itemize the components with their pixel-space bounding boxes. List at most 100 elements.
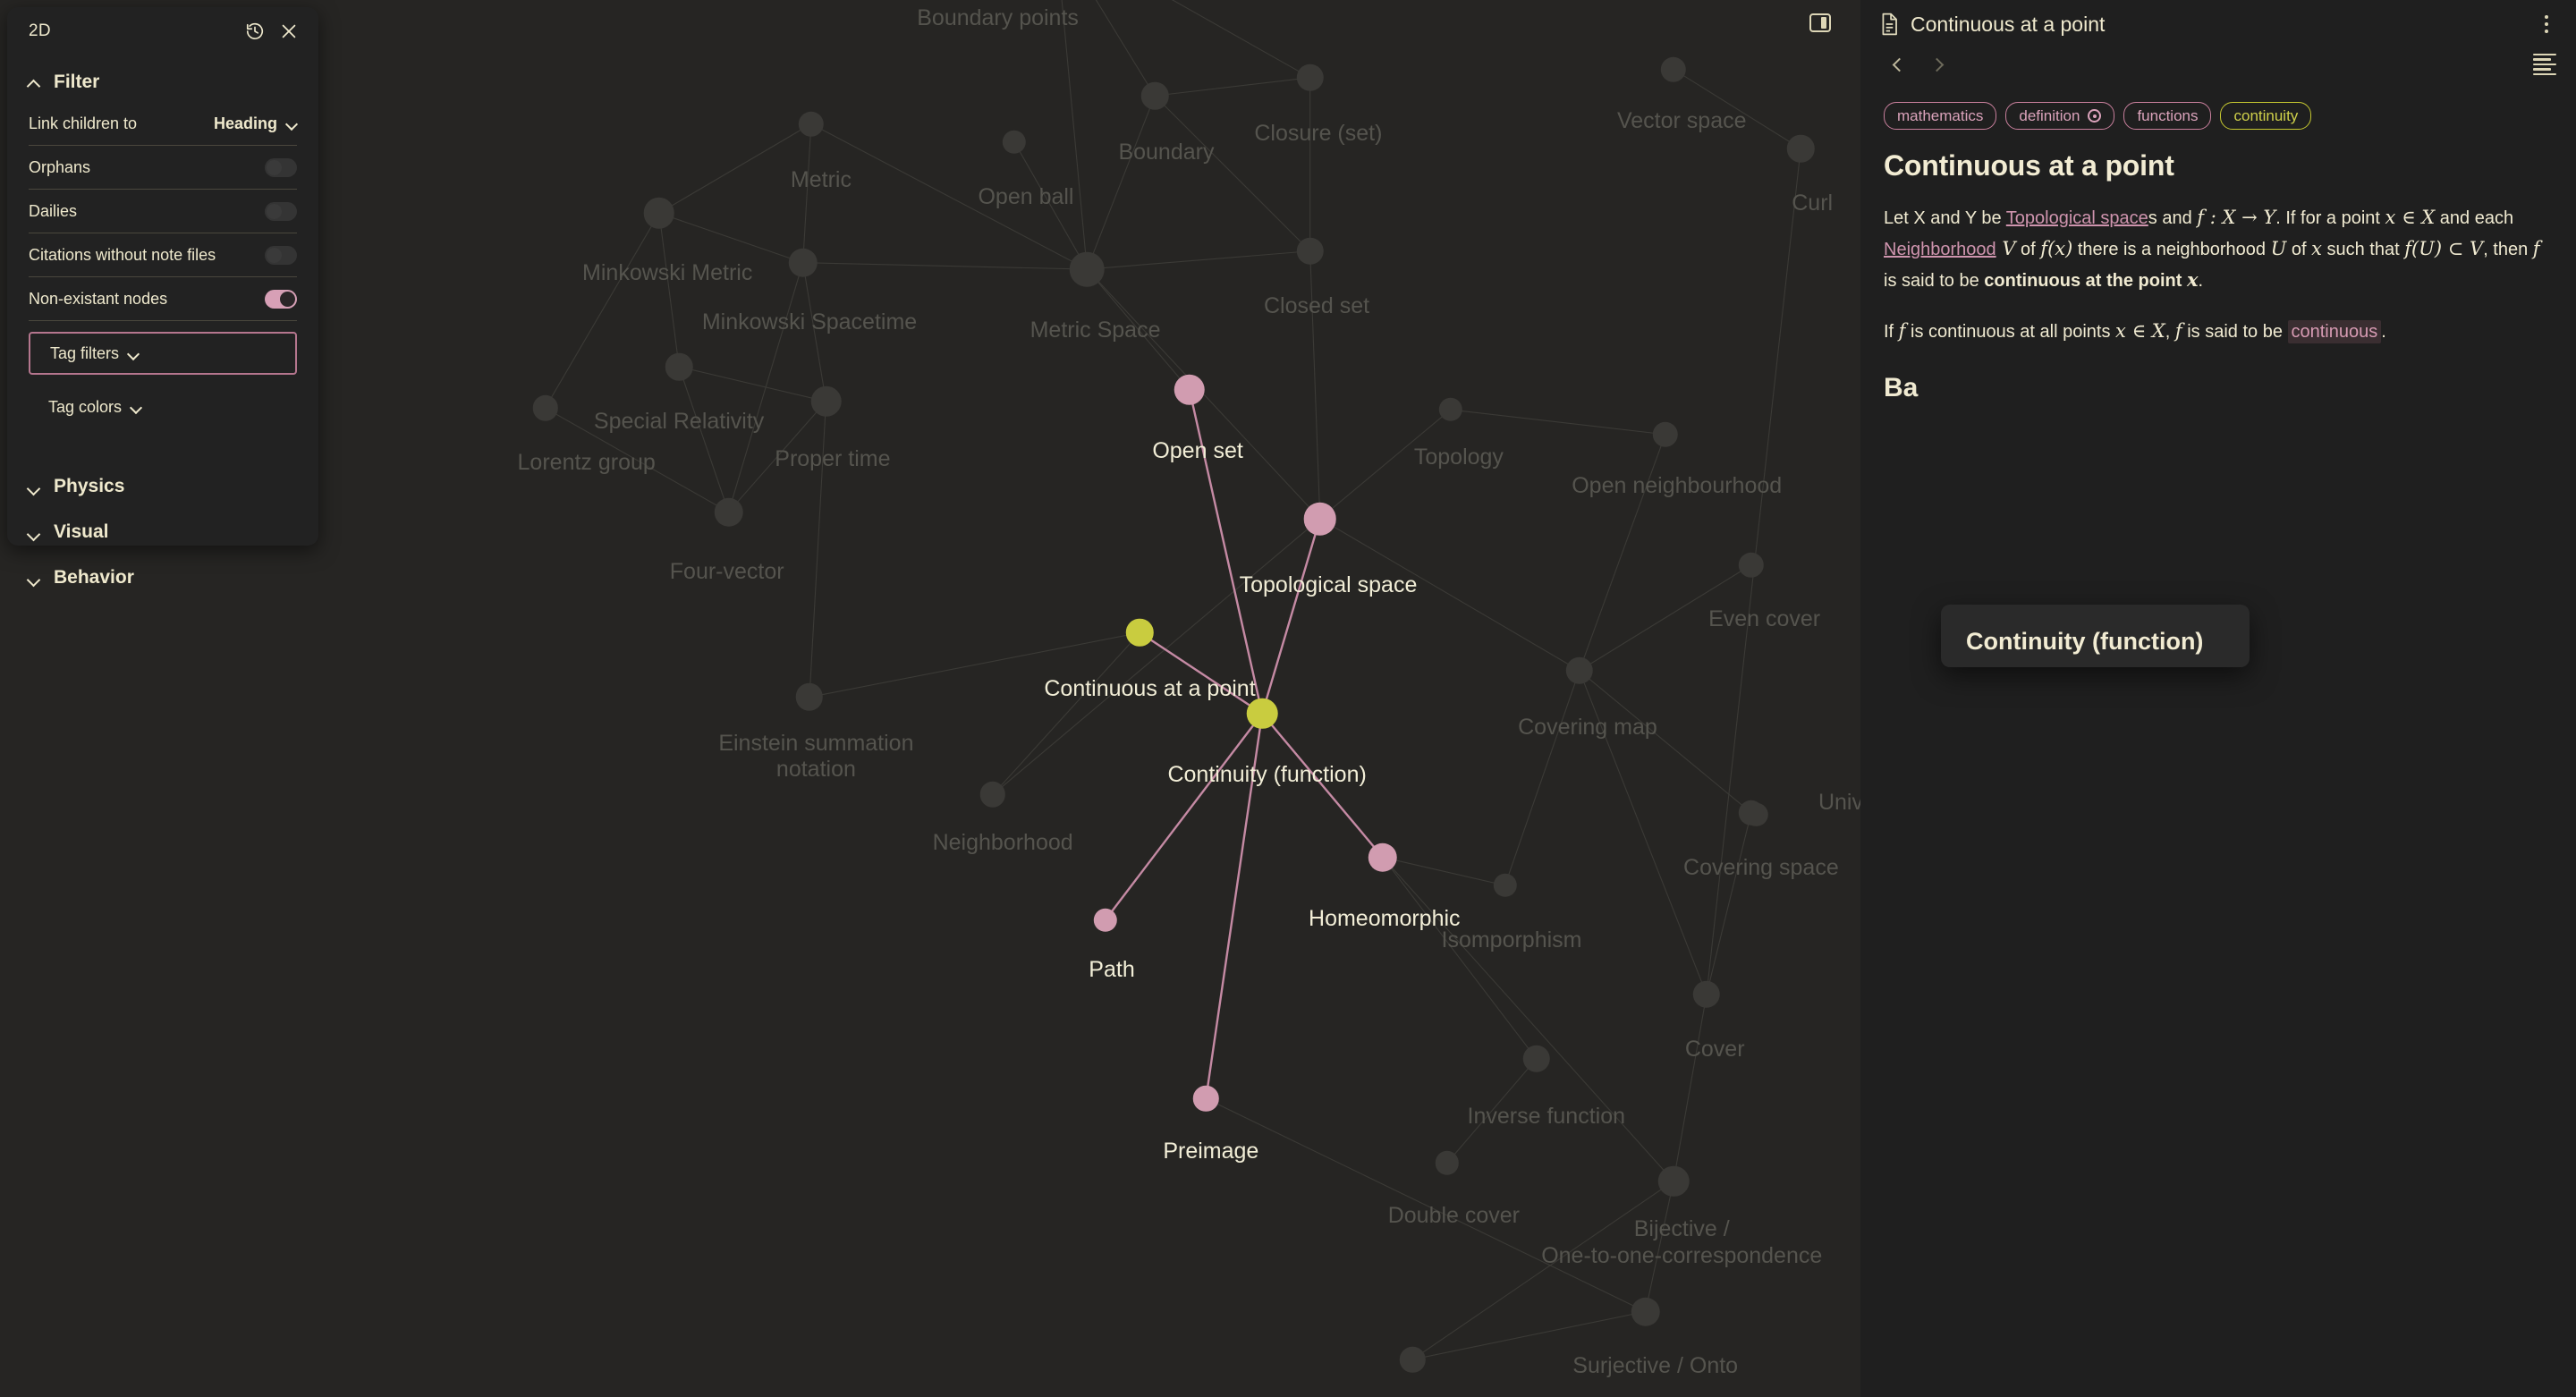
chevron-right-icon[interactable]: [1918, 48, 1955, 80]
text: , then: [2483, 240, 2533, 260]
link-children-row[interactable]: Link children to Heading: [29, 102, 297, 146]
section-physics-header[interactable]: Physics: [7, 464, 318, 509]
math-expr: V: [1996, 238, 2016, 260]
graph-node[interactable]: [788, 248, 818, 277]
note-paragraph-1: Let X and Y be Topological spaces and f …: [1884, 202, 2553, 295]
chevron-down-icon: [131, 403, 141, 411]
tag-colors-dropdown[interactable]: Tag colors: [29, 385, 297, 428]
text: there is a neighborhood: [2072, 240, 2271, 260]
note-paragraph-2: If f is continuous at all points x ∈ X, …: [1884, 316, 2553, 347]
tag-colors-label: Tag colors: [48, 397, 123, 416]
section-filter-label: Filter: [54, 72, 100, 92]
tag-list: mathematics definition functions continu…: [1860, 86, 2576, 131]
note-preview-panel: Continuous at a point mathematics defini…: [1860, 0, 2576, 1397]
bold-text: continuous at the point: [1984, 270, 2187, 291]
tag-label: continuity: [2233, 107, 2299, 124]
math-expr: f : X → Y: [2197, 207, 2276, 229]
tag-label: mathematics: [1897, 107, 1984, 124]
citations-toggle[interactable]: [265, 245, 297, 265]
toggle-label: Citations without note files: [29, 245, 216, 264]
graph-node[interactable]: [1657, 1165, 1690, 1197]
chevron-down-icon: [128, 350, 139, 357]
math-expr: f: [2532, 238, 2540, 260]
view-mode-label[interactable]: 2D: [29, 21, 51, 41]
text: Let X and Y be: [1884, 208, 2006, 229]
text: of: [2015, 240, 2041, 260]
section-physics-label: Physics: [54, 476, 125, 496]
toggle-row-nonexistant[interactable]: Non-existant nodes: [29, 277, 297, 321]
toggle-row-dailies[interactable]: Dailies: [29, 190, 297, 233]
graph-node[interactable]: [643, 197, 675, 229]
text: If: [1884, 321, 1899, 342]
math-expr: x ∈ X: [2115, 319, 2165, 342]
more-options-icon[interactable]: [2537, 13, 2556, 36]
graph-view-app: Boundary points Metric Boundary Open ball Cl…: [0, 0, 2576, 1397]
filter-section-body: Link children to Heading Orphans Dailies…: [7, 102, 318, 428]
non-existant-nodes-toggle[interactable]: [265, 289, 297, 309]
graph-node[interactable]: [1631, 1297, 1660, 1326]
outline-list-icon[interactable]: [2533, 53, 2556, 76]
text: is continuous at all points: [1905, 321, 2116, 342]
text: is said to be: [2182, 321, 2288, 342]
eye-icon[interactable]: [2088, 109, 2102, 123]
section-visual-header[interactable]: Visual: [7, 510, 318, 555]
text: .: [2381, 321, 2386, 342]
link-children-value[interactable]: Heading: [214, 114, 277, 133]
chevron-down-icon: [29, 574, 41, 582]
chevron-down-icon: [286, 120, 297, 127]
tag-functions[interactable]: functions: [2123, 102, 2212, 131]
toggle-label: Orphans: [29, 157, 91, 176]
graph-node[interactable]: [1174, 374, 1206, 406]
text: is said to be: [1884, 270, 1985, 291]
chevron-down-icon: [29, 529, 41, 537]
close-icon[interactable]: [277, 20, 301, 43]
graph-node[interactable]: [714, 497, 743, 527]
section-behavior-label: Behavior: [54, 567, 134, 588]
text: .: [2198, 270, 2204, 291]
section-visual-label: Visual: [54, 521, 109, 542]
note-paragraph-3-partial: Ba: [1884, 373, 1919, 403]
tag-label: definition: [2019, 107, 2080, 124]
toggle-row-citations[interactable]: Citations without note files: [29, 233, 297, 277]
math-expr: f(U) ⊂ V: [2404, 238, 2484, 260]
text: and each: [2435, 208, 2514, 229]
note-title: Continuous at a point: [1911, 12, 2106, 36]
tag-filters-dropdown[interactable]: Tag filters: [29, 332, 297, 375]
math-expr: x: [2311, 238, 2322, 260]
tag-mathematics[interactable]: mathematics: [1884, 102, 1997, 131]
section-behavior-header[interactable]: Behavior: [7, 555, 318, 600]
dailies-toggle[interactable]: [265, 201, 297, 221]
graph-settings-panel: 2D Filter Link children to Heading Orpha…: [7, 7, 318, 588]
text: s and: [2148, 208, 2198, 229]
document-icon: [1880, 13, 1900, 36]
graph-node[interactable]: [1368, 842, 1398, 872]
math-expr: x ∈ X: [2385, 207, 2436, 229]
text: such that: [2321, 240, 2405, 260]
section-filter-header[interactable]: Filter: [7, 55, 318, 102]
graph-node[interactable]: [1070, 251, 1105, 287]
link-continuous-hovered[interactable]: continuous: [2287, 319, 2382, 343]
tag-continuity[interactable]: continuity: [2220, 102, 2312, 131]
toggle-label: Non-existant nodes: [29, 289, 168, 308]
history-icon[interactable]: [243, 20, 267, 43]
popup-title: Continuity (function): [1966, 628, 2204, 655]
chevron-left-icon[interactable]: [1880, 48, 1918, 80]
note-header: Continuous at a point: [1860, 0, 2576, 43]
math-expr: f(x): [2040, 238, 2073, 260]
tag-label: functions: [2137, 107, 2199, 124]
orphans-toggle[interactable]: [265, 157, 297, 177]
chevron-down-icon: [29, 483, 41, 491]
link-topological-space[interactable]: Topological space: [2006, 208, 2148, 228]
graph-node[interactable]: [1246, 698, 1278, 730]
toggle-row-orphans[interactable]: Orphans: [29, 146, 297, 190]
text: ,: [2165, 321, 2175, 342]
text: of: [2286, 240, 2312, 260]
graph-node[interactable]: [1303, 502, 1337, 536]
tag-definition[interactable]: definition: [2005, 102, 2115, 131]
tag-filters-label: Tag filters: [50, 343, 120, 362]
graph-node[interactable]: [810, 385, 842, 418]
right-sidebar-toggle-icon[interactable]: [1805, 9, 1835, 36]
chevron-up-icon: [29, 79, 41, 87]
hover-preview-popup: Continuity (function) Topological defini…: [1941, 605, 2250, 667]
link-neighborhood[interactable]: Neighborhood: [1884, 240, 1996, 259]
